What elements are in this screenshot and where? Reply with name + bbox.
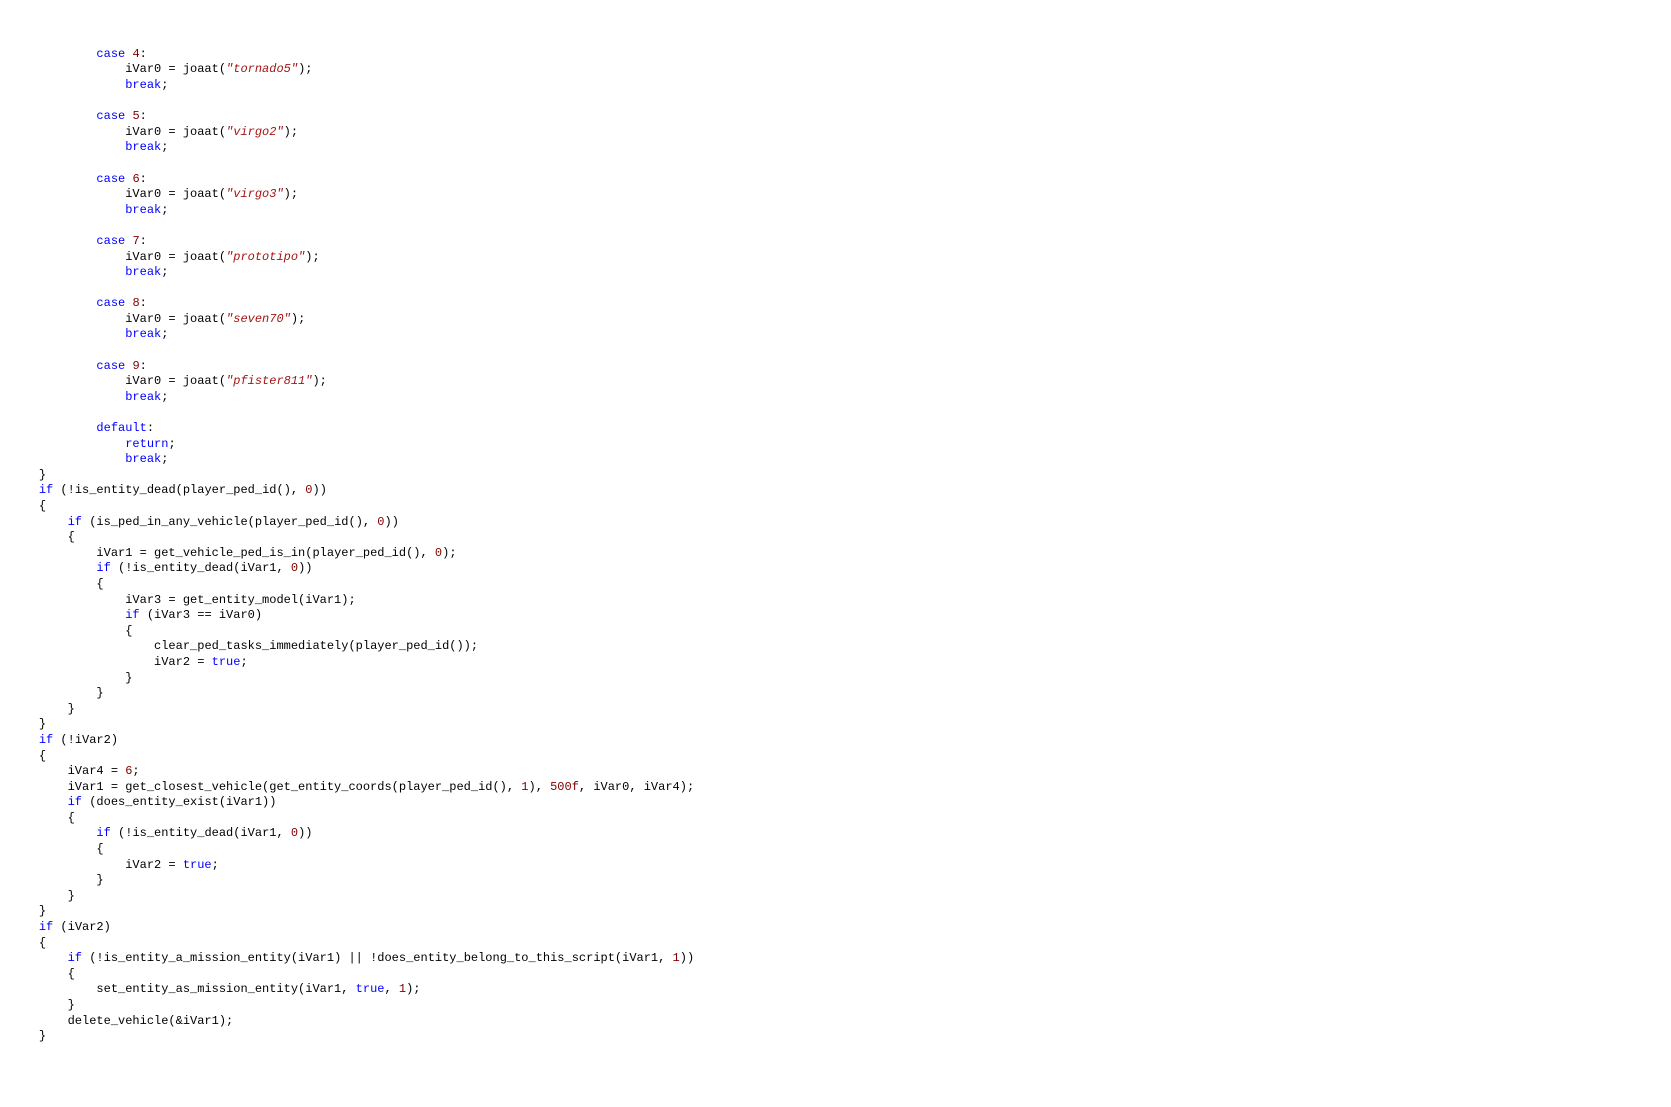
string: "seven70" [226, 312, 291, 326]
keyword-case: case [96, 296, 125, 310]
keyword-break: break [125, 78, 161, 92]
number: 8 [132, 296, 139, 310]
string: "virgo2" [226, 125, 284, 139]
keyword-if: if [68, 515, 82, 529]
code-block: case 4: iVar0 = joaat("tornado5"); break… [0, 47, 1671, 1045]
keyword-break: break [125, 452, 161, 466]
keyword-if: if [96, 826, 110, 840]
keyword-default: default [96, 421, 146, 435]
keyword-break: break [125, 265, 161, 279]
string: "tornado5" [226, 62, 298, 76]
keyword-case: case [96, 109, 125, 123]
keyword-case: case [96, 234, 125, 248]
keyword-if: if [39, 733, 53, 747]
number: 5 [132, 109, 139, 123]
number: 4 [132, 47, 139, 61]
keyword-if: if [68, 795, 82, 809]
keyword-case: case [96, 47, 125, 61]
string: "prototipo" [226, 250, 305, 264]
keyword-break: break [125, 327, 161, 341]
keyword-case: case [96, 172, 125, 186]
keyword-break: break [125, 390, 161, 404]
number: 7 [132, 234, 139, 248]
keyword-case: case [96, 359, 125, 373]
keyword-true: true [356, 982, 385, 996]
keyword-true: true [212, 655, 241, 669]
number: 6 [132, 172, 139, 186]
keyword-break: break [125, 203, 161, 217]
keyword-if: if [96, 561, 110, 575]
string: "virgo3" [226, 187, 284, 201]
keyword-if: if [68, 951, 82, 965]
number: 9 [132, 359, 139, 373]
keyword-if: if [125, 608, 139, 622]
keyword-if: if [39, 483, 53, 497]
keyword-break: break [125, 140, 161, 154]
keyword-return: return [125, 437, 168, 451]
string: "pfister811" [226, 374, 312, 388]
keyword-if: if [39, 920, 53, 934]
keyword-true: true [183, 858, 212, 872]
code-line: case 4: iVar0 = joaat("tornado5"); break… [10, 47, 694, 1043]
